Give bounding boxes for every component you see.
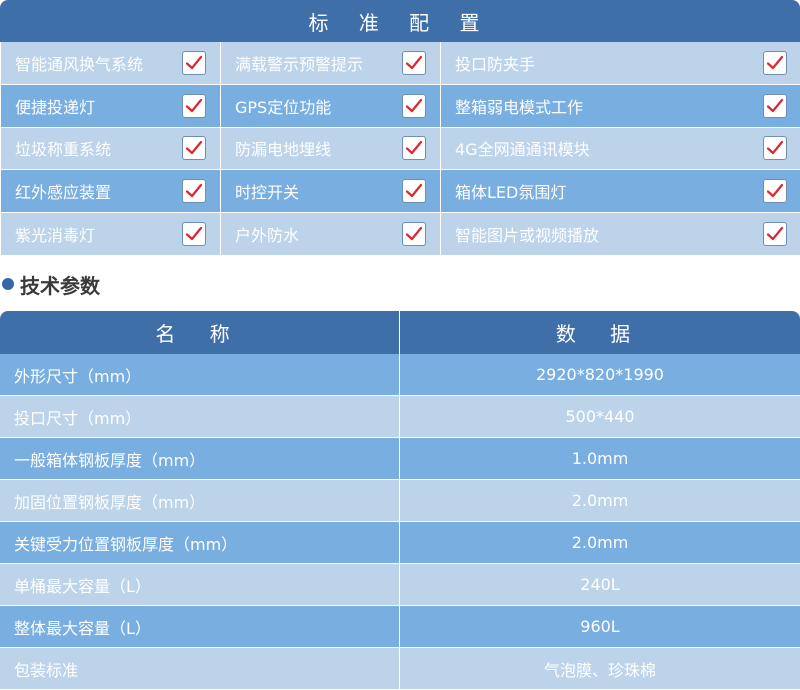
param-name: 加固位置钢板厚度（mm） (0, 480, 400, 522)
config-item-label: 智能图片或视频播放 (455, 226, 600, 246)
param-name: 外形尺寸（mm） (0, 354, 400, 396)
checkmark-icon (766, 226, 784, 241)
config-item: 智能通风换气系统 (1, 42, 221, 85)
checkmark-icon (405, 184, 423, 198)
config-item: 箱体LED氛围灯 (441, 170, 800, 214)
checkbox (182, 136, 206, 161)
config-item-label: 投口防夹手 (455, 54, 536, 74)
config-item: 投口防夹手 (441, 42, 800, 85)
checkmark-icon (766, 141, 784, 155)
checkbox (402, 93, 426, 118)
tech-params-header: 名 称 数 据 (0, 311, 800, 354)
checkbox (763, 93, 787, 118)
config-item-label: 箱体LED氛围灯 (455, 183, 567, 203)
param-value: 1.0mm (400, 438, 800, 480)
standard-config-title: 标 准 配 置 (0, 0, 800, 42)
config-item: 紫光消毒灯 (1, 213, 221, 256)
param-value: 240L (400, 564, 800, 606)
checkbox (402, 222, 426, 247)
param-name: 整体最大容量（L） (0, 606, 400, 648)
checkbox (182, 93, 206, 118)
config-item: 时控开关 (221, 170, 441, 214)
param-name: 关键受力位置钢板厚度（mm） (0, 522, 400, 564)
param-name: 单桶最大容量（L） (0, 564, 400, 606)
checkmark-icon (185, 184, 203, 198)
param-value: 500*440 (400, 396, 800, 438)
checkmark-icon (185, 226, 203, 241)
config-item-label: 4G全网通通讯模块 (455, 140, 590, 160)
checkbox (182, 50, 206, 75)
tech-params-heading: 技术参数 (20, 273, 100, 298)
param-name: 包装标准 (0, 648, 400, 690)
standard-config-grid: 智能通风换气系统 满载警示预警提示 投口防夹手便捷投递灯 GPS定位功能 整箱弱电模式工… (0, 42, 800, 256)
config-item-label: 红外感应装置 (15, 183, 112, 203)
config-item-label: 整箱弱电模式工作 (455, 97, 584, 117)
param-value: 2.0mm (400, 480, 800, 522)
column-header-name: 名 称 (0, 311, 400, 354)
config-item-label: 满载警示预警提示 (235, 54, 364, 74)
config-item: 防漏电地埋线 (221, 127, 441, 171)
column-header-value: 数 据 (555, 322, 645, 346)
param-value: 2.0mm (400, 522, 800, 564)
param-name: 投口尺寸（mm） (0, 396, 400, 438)
checkbox (402, 50, 426, 75)
config-item-label: 防漏电地埋线 (235, 140, 332, 160)
config-item: 智能图片或视频播放 (441, 213, 800, 256)
checkmark-icon (185, 141, 203, 155)
checkbox (402, 136, 426, 161)
checkmark-icon (766, 184, 784, 198)
param-name: 一般箱体钢板厚度（mm） (0, 438, 400, 480)
checkmark-icon (405, 98, 423, 112)
config-item: GPS定位功能 (221, 84, 441, 128)
checkbox (182, 179, 206, 204)
checkbox (763, 222, 787, 247)
config-item: 整箱弱电模式工作 (441, 84, 800, 128)
checkmark-icon (766, 55, 784, 69)
config-item-label: 时控开关 (235, 183, 300, 203)
config-item: 垃圾称重系统 (1, 127, 221, 171)
config-item-label: 智能通风换气系统 (15, 54, 144, 74)
config-item: 4G全网通通讯模块 (441, 127, 800, 171)
checkmark-icon (185, 55, 203, 69)
checkbox (763, 136, 787, 161)
param-value: 960L (400, 606, 800, 648)
param-value: 2920*820*1990 (400, 354, 800, 396)
checkmark-icon (405, 226, 423, 241)
config-item-label: 垃圾称重系统 (15, 140, 112, 160)
param-value: 气泡膜、珍珠棉 (400, 648, 800, 690)
bullet-dot-icon (2, 278, 14, 290)
config-item-label: 便捷投递灯 (15, 97, 96, 117)
config-item-label: GPS定位功能 (235, 97, 332, 117)
config-item: 红外感应装置 (1, 170, 221, 214)
config-item: 便捷投递灯 (1, 84, 221, 128)
config-item: 满载警示预警提示 (221, 42, 441, 85)
tech-params-section-title: 技术参数 (2, 268, 100, 300)
checkbox (402, 179, 426, 204)
checkbox (182, 222, 206, 247)
checkbox (763, 50, 787, 75)
checkbox (763, 179, 787, 204)
config-item-label: 户外防水 (235, 226, 300, 246)
checkmark-icon (405, 55, 423, 69)
config-item: 户外防水 (221, 213, 441, 256)
checkmark-icon (185, 98, 203, 112)
checkmark-icon (766, 98, 784, 112)
config-item-label: 紫光消毒灯 (15, 226, 96, 246)
tech-params-table: 外形尺寸（mm） 2920*820*1990 投口尺寸（mm） 500*440 一般箱体… (0, 354, 800, 690)
checkmark-icon (405, 141, 423, 155)
